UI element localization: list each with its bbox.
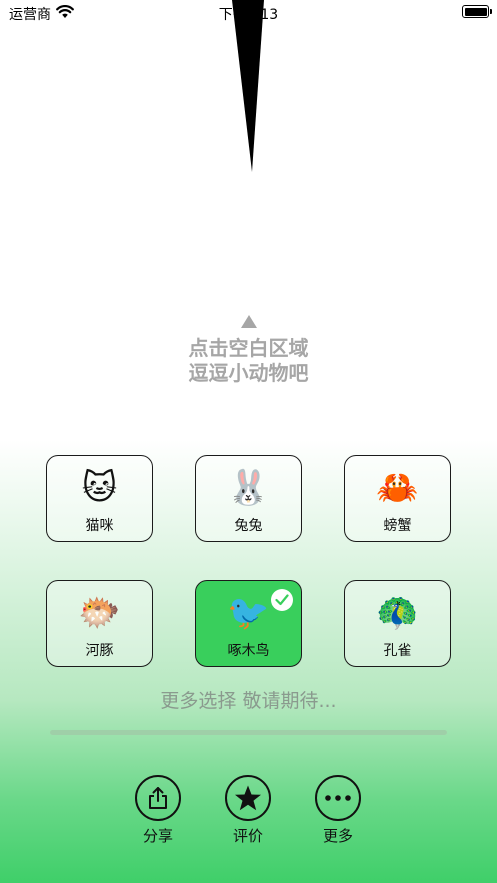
animal-label: 猫咪 [85,518,114,534]
animal-card-peacock[interactable]: 🦚 孔雀 [344,580,451,667]
rabbit-icon: 🐰 [227,468,270,508]
coming-soon-text: 更多选择 敬请期待... [160,690,337,712]
animal-card-cat[interactable]: 🐱 猫咪 [46,455,153,542]
pendulum-graphic [232,0,264,172]
animal-card-pufferfish[interactable]: 🐡 河豚 [46,580,153,667]
divider-bar-fill [50,730,447,735]
animal-card-crab[interactable]: 🦀 螃蟹 [344,455,451,542]
more-icon [315,775,361,821]
share-icon [135,775,181,821]
tap-hint: 点击空白区域 逗逗小动物吧 [0,336,497,386]
share-button[interactable]: 分享 [128,775,188,846]
crab-icon: 🦀 [376,468,419,508]
up-arrow-icon [241,315,257,328]
battery-icon [462,5,492,18]
battery-fill [464,7,487,16]
share-label: 分享 [142,827,173,845]
cat-icon: 🐱 [81,468,118,508]
animal-label: 啄木鸟 [227,643,270,659]
checkmark-icon [271,589,293,611]
divider-bar [50,730,447,735]
rate-button[interactable]: 评价 [218,775,278,846]
hint-line-2: 逗逗小动物吧 [188,361,309,385]
more-label: 更多 [322,827,353,845]
animal-card-rabbit[interactable]: 🐰 兔兔 [195,455,302,542]
star-icon [225,775,271,821]
animal-label: 兔兔 [234,518,263,534]
animal-card-woodpecker[interactable]: 🐦 啄木鸟 [195,580,302,667]
peacock-icon: 🦚 [376,593,419,633]
animal-label: 孔雀 [383,643,412,659]
rate-label: 评价 [232,827,263,845]
animal-label: 河豚 [85,643,114,659]
animal-label: 螃蟹 [383,518,412,534]
hint-line-1: 点击空白区域 [188,336,309,360]
more-button[interactable]: 更多 [308,775,368,846]
pufferfish-icon: 🐡 [78,593,121,633]
